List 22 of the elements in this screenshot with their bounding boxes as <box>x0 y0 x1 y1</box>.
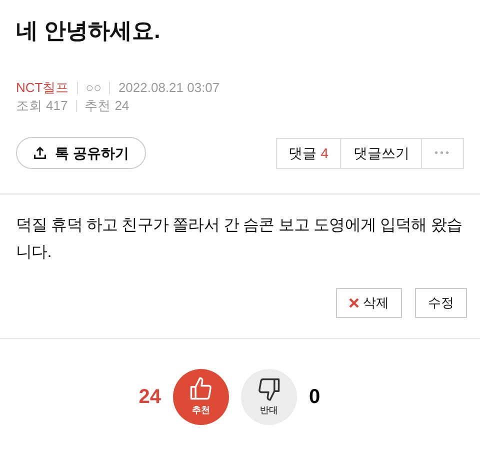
recommend-label: 추천 <box>84 97 111 115</box>
thumbs-up-icon <box>188 376 214 402</box>
views-label: 조회 <box>16 97 42 115</box>
author-level-text: ○○ <box>86 79 102 97</box>
share-button[interactable]: 톡 공유하기 <box>16 137 146 169</box>
delete-button[interactable]: 삭제 <box>336 288 402 318</box>
views-count: 417 <box>46 97 68 115</box>
recommend-button[interactable]: 추천 <box>173 369 229 425</box>
share-icon <box>33 146 47 160</box>
vote-count: 24 <box>138 385 161 410</box>
post-date: 2022.08.21 03:07 <box>118 79 220 97</box>
recommend-count: 24 <box>114 97 130 115</box>
author-name[interactable]: NCT칠프 <box>16 79 69 97</box>
oppose-button[interactable]: 반대 <box>241 369 297 425</box>
edit-button[interactable]: 수정 <box>415 288 467 318</box>
thumbs-down-icon <box>256 376 282 402</box>
post-title: 네 안녕하세요. <box>16 17 162 45</box>
close-icon <box>349 298 359 308</box>
post-body: 덕질 휴덕 하고 친구가 쫄라서 간 슴콘 보고 도영에게 입덕해 왔습니다. <box>15 216 464 263</box>
comments-button[interactable]: 댓글 4 <box>276 138 342 168</box>
vote-count: 0 <box>309 385 322 410</box>
write-comment-button[interactable]: 댓글쓰기 <box>341 138 422 168</box>
